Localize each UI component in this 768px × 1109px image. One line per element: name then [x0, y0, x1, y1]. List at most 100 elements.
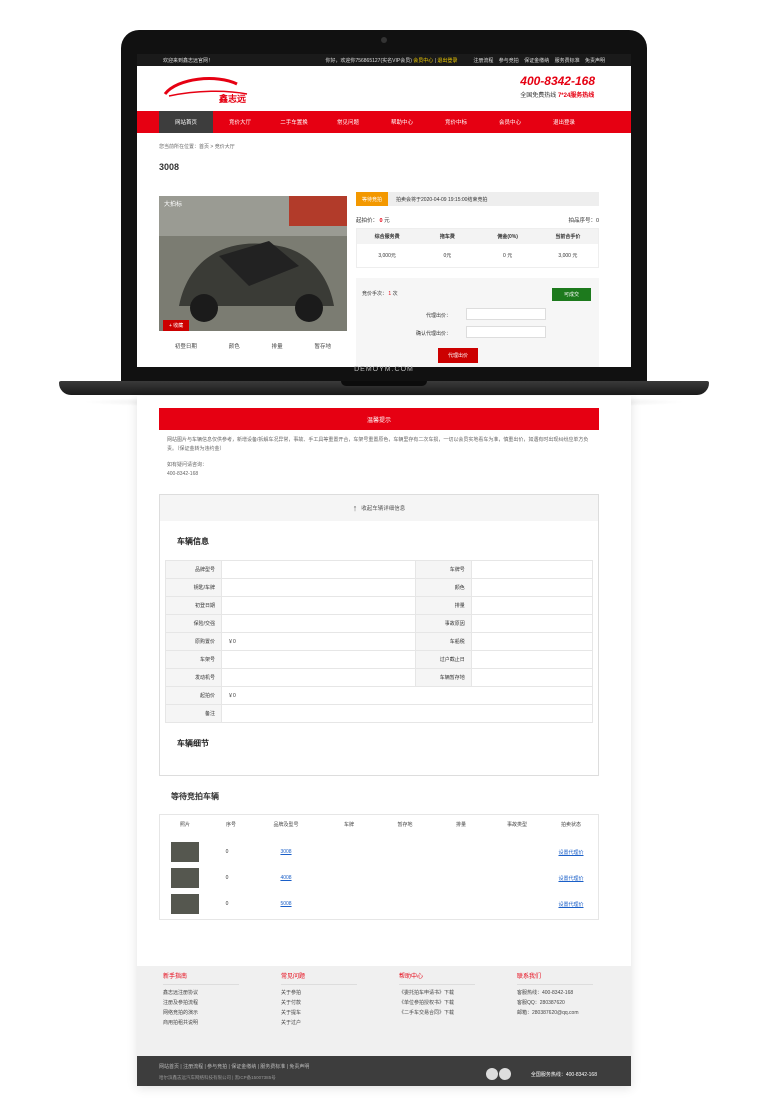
top-link[interactable]: 注册流程 [473, 58, 493, 64]
footer-bar-links[interactable]: 网站首页 | 注册流程 | 参与竞拍 | 保证金缴纳 | 服务费标准 | 免责声… [159, 1063, 309, 1070]
column-header: 排量 [455, 822, 466, 828]
footer-contact: 客服热线：400-8342-168 [517, 990, 574, 996]
field-label: 钥匙/车牌 [165, 578, 222, 597]
lot-no: 0 [225, 901, 229, 907]
footer-contact: 客服QQ：280387620 [517, 1000, 565, 1006]
footer-link[interactable]: 关于过户 [281, 1018, 357, 1028]
site-logo[interactable]: 鑫志远 [157, 72, 267, 104]
footer-bar: 网站首页 | 注册流程 | 参与竞拍 | 保证金缴纳 | 服务费标准 | 免责声… [137, 1056, 631, 1086]
waiting-header: 照片 序号 品牌及型号 车牌 暂存地 排量 事故类型 拍卖状态 [159, 821, 599, 828]
table-row: 发动机号 车辆暂存地 [165, 668, 594, 687]
fee-header: 佣金(0%) [477, 229, 538, 244]
field-value [221, 614, 416, 633]
breadcrumb: 您当前所在位置：首页 > 竞价大厅 [159, 144, 235, 150]
copyright: 哈尔滨鑫志远汽车网络科技有限公司 | 黑ICP备15007385号 [159, 1075, 276, 1080]
logout-link[interactable]: 退出登录 [437, 58, 457, 64]
camera-icon [381, 37, 387, 43]
collect-button[interactable]: + 收藏 [163, 320, 190, 331]
vehicle-info-title: 车辆信息 [177, 537, 209, 546]
nav-item-help[interactable]: 帮助中心 [375, 111, 429, 133]
field-value [470, 650, 594, 669]
footer-link[interactable]: 关于付款 [281, 998, 357, 1008]
field-value: ￥0 [221, 632, 416, 651]
footer-link[interactable]: 商用拍租共说明 [163, 1018, 239, 1028]
car-summary-item: 暂存地 [314, 344, 332, 350]
nav-item-logout[interactable]: 退出登录 [537, 111, 591, 133]
nav-item-member[interactable]: 会员中心 [483, 111, 537, 133]
footer-link[interactable]: 关于参拍 [281, 988, 357, 998]
hotline-hours: 7*24服务热线 [557, 93, 595, 99]
lot-no: 0 [225, 875, 229, 881]
member-center-link[interactable]: 会员中心 [413, 58, 433, 64]
top-link[interactable]: 服务费标准 [555, 58, 580, 64]
fee-value: 0 元 [503, 253, 513, 259]
table-row: 备注 [165, 704, 593, 723]
collapse-toggle[interactable]: ↑ 收起车辆详细信息 [159, 494, 599, 521]
deal-button[interactable]: 可成交 [551, 288, 591, 301]
nav-item-faq[interactable]: 常见问题 [321, 111, 375, 133]
fee-header: 拖车费 [417, 229, 478, 244]
car-summary: 初登日期 颜色 排量 暂存地 [159, 342, 347, 350]
field-label: 事故原因 [414, 614, 472, 633]
car-thumbnail[interactable] [171, 842, 199, 862]
start-price-unit: 元 [384, 218, 390, 224]
top-link[interactable]: 免责声明 [585, 58, 605, 64]
top-link[interactable]: 保证金缴纳 [524, 58, 549, 64]
warning-contact-label: 如有疑问请咨询： [167, 462, 208, 468]
field-value [470, 560, 594, 579]
footer-link[interactable]: 鑫志远注册协议 [163, 988, 239, 998]
field-label: 初登日期 [165, 596, 222, 615]
proxy-price-input[interactable] [466, 308, 546, 320]
set-proxy-link[interactable]: 设置代理价 [545, 901, 597, 908]
proxy-bid-button[interactable]: 代理出价 [438, 348, 479, 363]
nav-item-trade-in[interactable]: 二手车置换 [267, 111, 321, 133]
showcase-stage: { "top": {"welcome":"欢迎来到鑫志远官网！","user_p… [0, 0, 768, 1109]
footer-link[interactable]: 《二手车交易合同》下载 [399, 1008, 475, 1018]
footer-col-help: 帮助中心 《委托拍车申请书》下载 《单位参拍授权书》下载 《二手车交易合同》下载 [399, 972, 475, 1018]
start-price: 起拍价： 0 元 [356, 216, 390, 224]
footer-link[interactable]: 《委托拍车申请书》下载 [399, 988, 475, 998]
footer-col-title: 帮助中心 [399, 972, 475, 985]
bid-panel: 等待竞拍 拍卖会将于2020-04-09 19:15:00结束竞拍 起拍价： 0… [356, 192, 599, 367]
field-label: 排量 [414, 596, 472, 615]
nav-item-won[interactable]: 竞价中标 [429, 111, 483, 133]
column-header: 序号 [225, 822, 236, 828]
footer-link[interactable]: 关于提车 [281, 1008, 357, 1018]
field-value [221, 668, 416, 687]
collapse-label: 收起车辆详细信息 [361, 506, 406, 512]
model-link[interactable]: 4008 [251, 875, 321, 881]
car-photo[interactable]: 大拍标 [159, 196, 347, 331]
car-thumbnail[interactable] [171, 894, 199, 914]
table-row: 品牌型号 车牌号 [165, 560, 594, 579]
set-proxy-link[interactable]: 设置代理价 [545, 849, 597, 856]
nav-item-home[interactable]: 网站首页 [159, 111, 213, 133]
nav-item-auction-hall[interactable]: 竞价大厅 [213, 111, 267, 133]
wechat-icon[interactable] [486, 1068, 498, 1080]
top-links: 注册流程 参与竞拍 保证金缴纳 服务费标准 免责声明 [469, 57, 605, 64]
field-value [221, 578, 416, 597]
confirm-proxy-input[interactable] [466, 326, 546, 338]
footer-col-title: 新手指南 [163, 972, 239, 985]
auction-notice: 等待竞拍 拍卖会将于2020-04-09 19:15:00结束竞拍 [356, 192, 599, 206]
model-link[interactable]: 5008 [251, 901, 321, 907]
footer-link[interactable]: 注册及参拍流程 [163, 998, 239, 1008]
top-bar: 欢迎来到鑫志远官网！ 你好，欢迎你756865127(实名VIP会员) 会员中心… [137, 54, 631, 66]
model-link[interactable]: 3008 [251, 849, 321, 855]
field-value [470, 668, 594, 687]
vehicle-detail-title: 车辆细节 [177, 739, 209, 748]
hotline-number: 400-8342-168 [520, 74, 595, 88]
top-link[interactable]: 参与竞拍 [499, 58, 519, 64]
field-value [470, 578, 594, 597]
qq-icon[interactable] [499, 1068, 511, 1080]
bid-box: 竞价手次： 1 次 可成交 代理出价： 确认代理出价： 代理出价 [356, 278, 599, 367]
footer-col-faq: 常见问题 关于参拍 关于付款 关于提车 关于过户 [281, 972, 357, 1028]
car-thumbnail[interactable] [171, 868, 199, 888]
footer-link[interactable]: 《单位参拍授权书》下载 [399, 998, 475, 1008]
footer-link[interactable]: 网络竞拍的演示 [163, 1008, 239, 1018]
start-price-label: 起拍价： [356, 218, 379, 224]
fee-value: 3,000元 [378, 253, 396, 259]
set-proxy-link[interactable]: 设置代理价 [545, 875, 597, 882]
field-value [221, 560, 416, 579]
proxy-label: 代理出价： [426, 313, 452, 319]
status-badge: 等待竞拍 [356, 192, 389, 206]
